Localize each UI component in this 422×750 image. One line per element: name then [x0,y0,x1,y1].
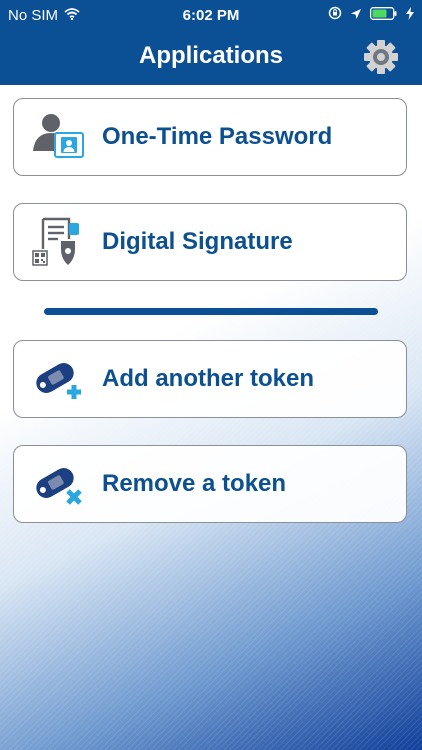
rotation-lock-icon [328,6,342,24]
otp-user-icon [28,107,88,167]
section-divider [44,308,378,315]
status-bar: No SIM 6:02 PM [0,0,422,30]
battery-icon [370,6,398,24]
remove-token-label: Remove a token [102,470,287,497]
app-menu: One-Time Password Digital Signature Add … [0,85,422,750]
location-icon [350,7,362,24]
remove-token-button[interactable]: Remove a token [13,445,407,523]
digital-signature-label: Digital Signature [102,228,293,255]
digital-signature-icon [28,212,88,272]
remove-token-icon [28,454,88,514]
add-token-label: Add another token [102,365,315,392]
charging-icon [406,6,414,24]
add-token-icon [28,349,88,409]
settings-gear-icon[interactable] [362,38,400,76]
otp-label: One-Time Password [102,123,333,150]
page-title: Applications [138,42,283,69]
digital-signature-button[interactable]: Digital Signature [13,203,407,281]
otp-button[interactable]: One-Time Password [13,98,407,176]
app-header: No SIM 6:02 PM Applications [0,0,422,85]
add-token-button[interactable]: Add another token [13,340,407,418]
